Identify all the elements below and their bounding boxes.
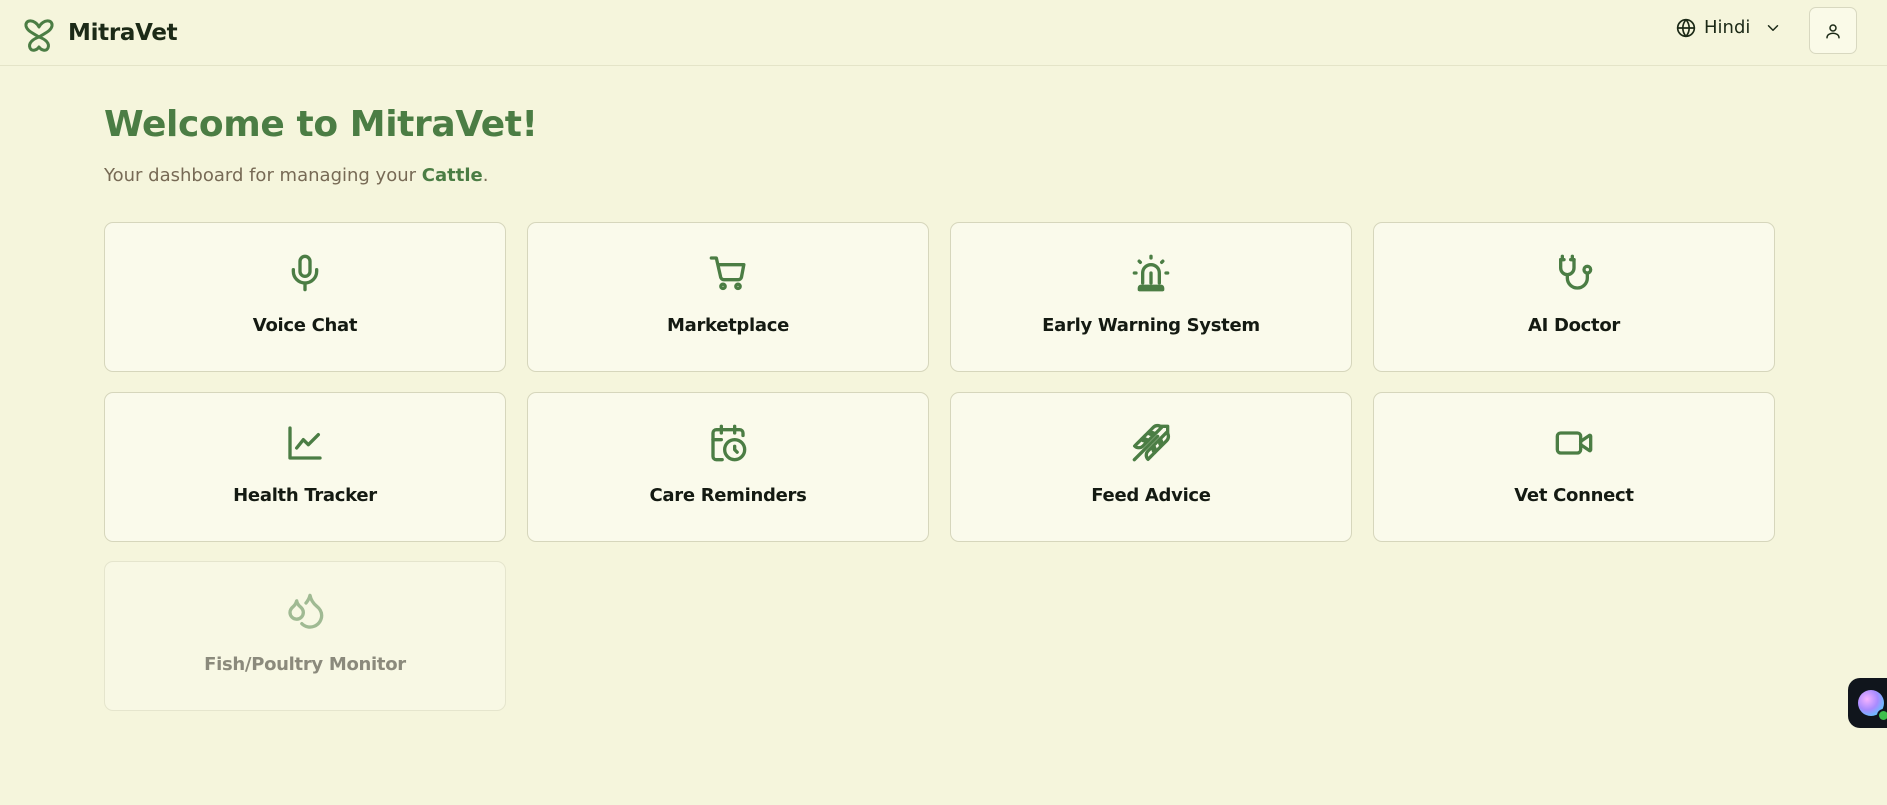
card-early-warning-system[interactable]: Early Warning System [950, 222, 1352, 372]
brand-name: MitraVet [68, 20, 178, 46]
siren-icon [1132, 254, 1170, 292]
card-label: Care Reminders [649, 485, 807, 506]
assistant-launcher-button[interactable] [1848, 678, 1887, 728]
card-voice-chat[interactable]: Voice Chat [104, 222, 506, 372]
language-label: Hindi [1704, 17, 1751, 38]
page-subtitle: Your dashboard for managing your Cattle. [104, 165, 488, 186]
card-label: Health Tracker [233, 485, 377, 506]
profile-button[interactable] [1809, 7, 1857, 54]
online-status-dot [1877, 709, 1887, 722]
top-bar: MitraVet Hindi [0, 0, 1887, 66]
line-chart-icon [288, 426, 322, 460]
card-label: Voice Chat [252, 315, 358, 336]
card-ai-doctor[interactable]: AI Doctor [1373, 222, 1775, 372]
card-marketplace[interactable]: Marketplace [527, 222, 929, 372]
page-title: Welcome to MitraVet! [104, 104, 538, 145]
user-icon [1826, 23, 1840, 38]
card-fish-poultry-monitor: Fish/Poultry Monitor [104, 561, 506, 711]
microphone-icon [291, 254, 319, 292]
calendar-clock-icon [711, 424, 747, 462]
video-camera-icon [1555, 431, 1593, 455]
card-label: Marketplace [666, 315, 789, 336]
card-label: AI Doctor [1527, 315, 1621, 336]
subtitle-suffix: . [482, 165, 489, 186]
animal-type: Cattle [421, 165, 483, 186]
card-label: Fish/Poultry Monitor [204, 654, 406, 675]
card-health-tracker[interactable]: Health Tracker [104, 392, 506, 542]
chevron-down-icon [1768, 24, 1779, 31]
wheat-icon [1132, 423, 1171, 462]
brand-link[interactable]: MitraVet [22, 13, 178, 53]
globe-icon [1676, 18, 1696, 37]
card-label: Feed Advice [1091, 485, 1211, 506]
shopping-cart-icon [709, 256, 746, 291]
card-vet-connect[interactable]: Vet Connect [1373, 392, 1775, 542]
language-selector[interactable]: Hindi [1676, 17, 1782, 38]
card-label: Vet Connect [1514, 485, 1634, 506]
stethoscope-icon [1559, 254, 1593, 290]
subtitle-prefix: Your dashboard for managing your [104, 165, 422, 186]
card-label: Early Warning System [1042, 315, 1260, 336]
paw-heart-logo-icon [24, 19, 54, 52]
droplets-icon [288, 593, 324, 629]
card-care-reminders[interactable]: Care Reminders [527, 392, 929, 542]
card-feed-advice[interactable]: Feed Advice [950, 392, 1352, 542]
